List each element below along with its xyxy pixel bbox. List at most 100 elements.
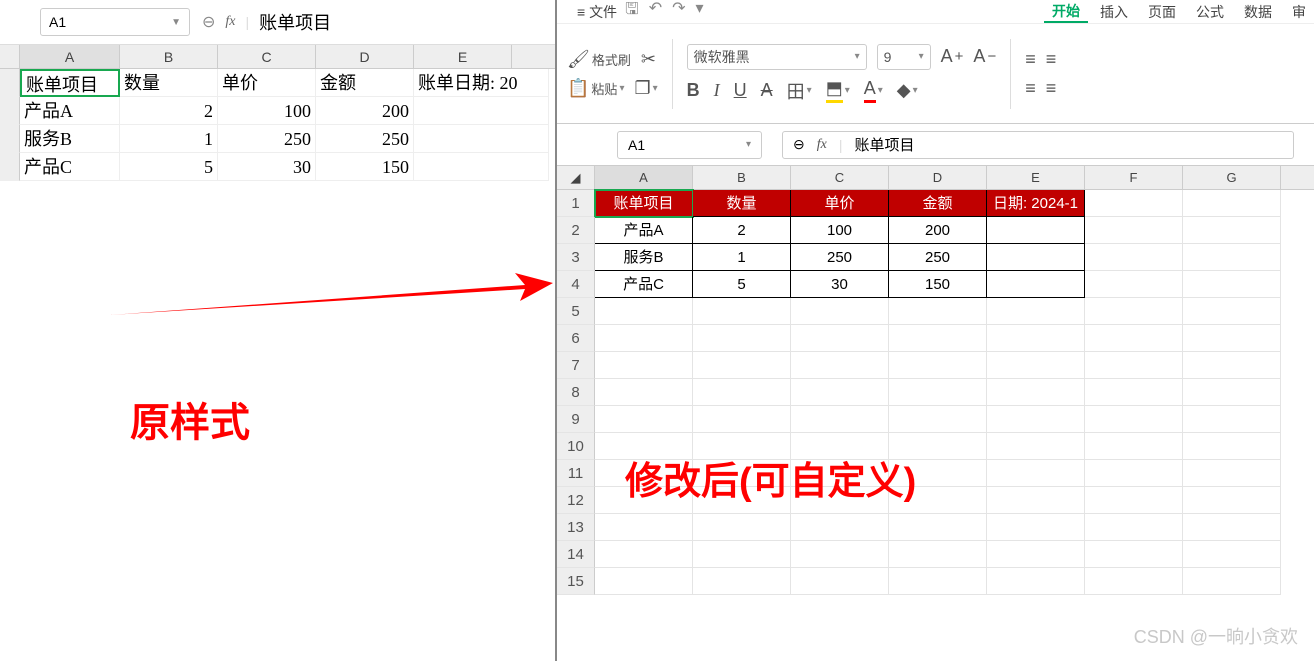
align-icon[interactable]: ≡ [1046,78,1057,99]
cell[interactable]: 1 [693,244,791,271]
cell[interactable] [1085,379,1183,406]
tab-data[interactable]: 数据 [1236,2,1280,22]
cell[interactable]: 250 [791,244,889,271]
cell[interactable] [1183,244,1281,271]
cell[interactable] [414,97,549,125]
cell[interactable]: 200 [889,217,987,244]
cell[interactable]: 5 [120,153,218,181]
paste-button[interactable]: 📋粘贴▾ [567,78,624,99]
name-box-left[interactable]: A1 ▼ [40,8,190,36]
col-header[interactable]: G [1183,166,1281,189]
redo-icon[interactable]: ↷ [672,0,685,24]
cell[interactable] [1183,298,1281,325]
tab-start[interactable]: 开始 [1044,1,1088,23]
cell[interactable] [1085,217,1183,244]
cell[interactable] [595,406,693,433]
cell[interactable] [987,379,1085,406]
cell[interactable]: 2 [693,217,791,244]
cell[interactable] [987,460,1085,487]
cell[interactable] [595,514,693,541]
cell[interactable]: 单价 [218,69,316,97]
col-header[interactable]: E [414,45,512,68]
cell[interactable]: 产品C [595,271,693,298]
cell[interactable]: 1 [120,125,218,153]
cell[interactable]: 30 [218,153,316,181]
cell[interactable]: 日期: 2024-1 [987,190,1085,217]
chevron-down-icon[interactable]: ▾ [746,139,751,150]
cut-icon[interactable]: ✂ [641,49,656,70]
cell[interactable] [1183,514,1281,541]
cell-A1[interactable]: 账单项目 [595,190,693,217]
cell[interactable] [595,379,693,406]
cell[interactable] [987,352,1085,379]
cell[interactable] [889,352,987,379]
col-header[interactable]: F [1085,166,1183,189]
cell[interactable]: 产品A [20,97,120,125]
format-painter-button[interactable]: 🖌格式刷 [567,49,631,70]
cell[interactable] [414,153,549,181]
cell[interactable] [1085,298,1183,325]
cell[interactable] [987,298,1085,325]
row-header[interactable]: 15 [557,568,595,595]
cell[interactable] [987,217,1085,244]
increase-font-icon[interactable]: A+ [941,46,964,67]
cell[interactable] [693,379,791,406]
row-header[interactable]: 5 [557,298,595,325]
cell[interactable] [889,406,987,433]
sheet-grid-left[interactable]: A B C D E 账单项目 数量 单价 金额 账单日期: 20 产品A2100… [0,45,555,181]
name-box-right[interactable]: A1 ▾ [617,131,762,159]
cell[interactable]: 5 [693,271,791,298]
cell[interactable] [987,325,1085,352]
cell[interactable] [1085,541,1183,568]
cell[interactable] [1085,514,1183,541]
underline-button[interactable]: U [734,80,747,101]
cell[interactable]: 服务B [595,244,693,271]
cell[interactable]: 2 [120,97,218,125]
cell[interactable] [791,568,889,595]
italic-button[interactable]: I [714,80,720,101]
cell[interactable]: 100 [218,97,316,125]
cell[interactable] [889,568,987,595]
cell[interactable] [987,487,1085,514]
cell[interactable] [1085,244,1183,271]
cell[interactable] [987,433,1085,460]
cell[interactable]: 150 [316,153,414,181]
tab-review[interactable]: 审 [1284,2,1314,22]
cell[interactable] [1183,325,1281,352]
col-header[interactable]: E [987,166,1085,189]
row-header[interactable]: 13 [557,514,595,541]
col-header[interactable]: A [595,166,693,189]
cell[interactable] [1085,460,1183,487]
border-button[interactable]: 田▾ [787,78,812,104]
bold-button[interactable]: B [687,80,700,101]
cell[interactable] [595,568,693,595]
cell[interactable] [693,514,791,541]
cell[interactable] [1183,460,1281,487]
cell[interactable] [1183,487,1281,514]
row-header[interactable]: 12 [557,487,595,514]
col-header[interactable]: D [316,45,414,68]
undo-icon[interactable]: ↶ [649,0,662,24]
cell[interactable] [791,406,889,433]
cell[interactable] [693,541,791,568]
cell[interactable] [1085,406,1183,433]
decrease-font-icon[interactable]: A− [973,46,996,67]
strike-button[interactable]: A [761,80,773,101]
font-color-button[interactable]: A▾ [864,78,883,103]
cell[interactable] [1183,406,1281,433]
cell[interactable] [889,298,987,325]
cell[interactable] [1085,568,1183,595]
cell[interactable]: 30 [791,271,889,298]
cell[interactable] [1183,433,1281,460]
cell-A1[interactable]: 账单项目 [20,69,120,97]
font-select[interactable]: 微软雅黑▾ [687,44,867,70]
col-header[interactable]: D [889,166,987,189]
cell[interactable] [1085,190,1183,217]
row-header[interactable]: 8 [557,379,595,406]
cell[interactable] [595,541,693,568]
fill-button[interactable]: ⬒▾ [826,78,850,103]
cell[interactable] [1085,352,1183,379]
cell[interactable] [889,379,987,406]
cell[interactable] [595,352,693,379]
cell[interactable] [889,325,987,352]
